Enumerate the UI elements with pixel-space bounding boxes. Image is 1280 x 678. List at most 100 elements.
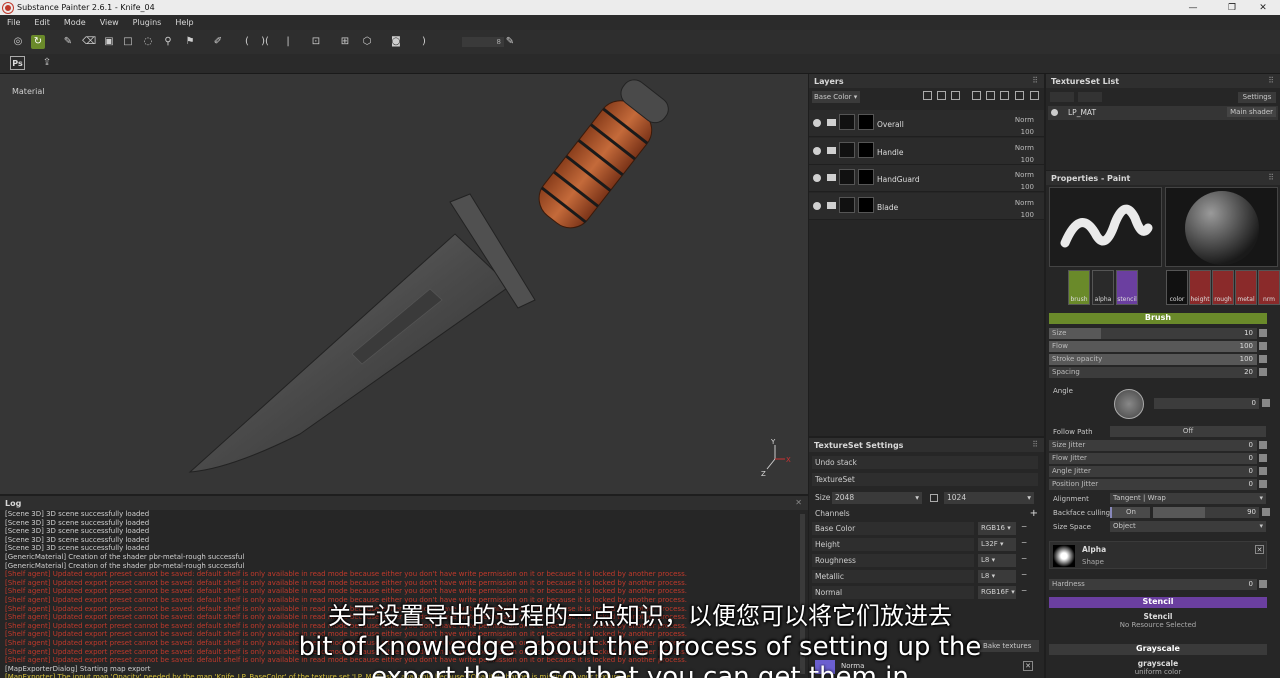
screenshot-icon[interactable]: ◙ — [389, 35, 403, 49]
textureset-row[interactable]: TextureSet — [812, 473, 1038, 487]
size-dropdown[interactable]: 2048 ▾ — [832, 492, 922, 504]
channel-format-dropdown[interactable]: L8 ▾ — [978, 554, 1016, 567]
size-space-dropdown[interactable]: Object ▾ — [1110, 521, 1266, 532]
layer-blend[interactable]: Norm 100 — [1015, 169, 1034, 193]
rotate-light-icon[interactable]: ↻ — [31, 35, 45, 49]
pen-icon[interactable] — [1259, 480, 1267, 488]
menu-mode[interactable]: Mode — [57, 18, 93, 27]
close-icon[interactable]: ⠿ — [1032, 76, 1038, 85]
pen-icon[interactable] — [1262, 508, 1270, 516]
eye-icon[interactable] — [813, 146, 821, 155]
photoshop-icon[interactable]: Ps — [10, 56, 25, 70]
remove-channel-icon[interactable]: − — [1021, 522, 1027, 531]
remove-channel-icon[interactable]: − — [1021, 538, 1027, 547]
brush-slider[interactable]: Flow 100 — [1049, 341, 1267, 352]
menu-file[interactable]: File — [0, 18, 27, 27]
add-folder-icon[interactable] — [1000, 91, 1009, 100]
export-icon[interactable]: ⇪ — [40, 56, 54, 70]
eye-icon[interactable] — [1051, 109, 1058, 116]
undo-stack-row[interactable]: Undo stack — [812, 456, 1038, 470]
tsl-button-2[interactable] — [1078, 92, 1102, 102]
add-fill-layer-icon[interactable] — [937, 91, 946, 100]
tsl-button-1[interactable] — [1050, 92, 1074, 102]
trash-icon[interactable] — [1030, 91, 1039, 100]
channel-format-dropdown[interactable]: L8 ▾ — [978, 570, 1016, 583]
remove-channel-icon[interactable]: − — [1021, 570, 1027, 579]
shader-dropdown[interactable]: Main shader — [1227, 107, 1276, 117]
pen-icon[interactable] — [1259, 368, 1267, 376]
settings-button[interactable]: Settings — [1238, 92, 1276, 103]
slot-nrm[interactable]: nrm — [1258, 270, 1280, 305]
lock-icon[interactable] — [930, 494, 938, 502]
alpha-row[interactable]: Alpha Shape ✕ — [1049, 541, 1267, 569]
polygon-fill-icon[interactable]: □ — [121, 35, 135, 49]
slot-rough[interactable]: rough — [1212, 270, 1234, 305]
minimize-icon[interactable]: — — [1176, 0, 1210, 15]
pen-icon[interactable] — [1259, 342, 1267, 350]
paint-brush-icon[interactable]: ✎ — [61, 35, 75, 49]
eye-icon[interactable] — [813, 201, 821, 210]
display-2d-icon[interactable]: ⊡ — [309, 35, 323, 49]
cube-view-icon[interactable]: ⬡ — [360, 35, 374, 49]
eye-icon[interactable] — [813, 174, 821, 182]
channel-dropdown[interactable]: Base Color ▾ — [812, 91, 860, 103]
add-layer-icon[interactable] — [923, 91, 932, 100]
smudge-icon[interactable]: ◌ — [141, 35, 155, 49]
stamp-icon[interactable]: ⚑ — [183, 35, 197, 49]
color-picker-icon[interactable]: ✐ — [211, 35, 225, 49]
pen-icon[interactable] — [1259, 441, 1267, 449]
menu-edit[interactable]: Edit — [27, 18, 57, 27]
layer-row[interactable]: HandGuard Norm 100 — [809, 165, 1044, 192]
layer-blend[interactable]: Norm 100 — [1015, 114, 1034, 138]
eye-icon[interactable] — [813, 119, 821, 127]
close-icon[interactable]: ✕ — [795, 498, 802, 507]
folder-icon[interactable] — [1015, 91, 1024, 100]
toolbar-value-field[interactable]: 8 — [462, 37, 504, 47]
jitter-slider[interactable]: Angle Jitter 0 — [1049, 466, 1267, 477]
menu-help[interactable]: Help — [168, 18, 200, 27]
layer-row[interactable]: Overall Norm 100 — [809, 110, 1044, 137]
pen-icon[interactable] — [1259, 329, 1267, 337]
brush-slider[interactable]: Spacing 20 — [1049, 367, 1267, 378]
brush-slider[interactable]: Size 10 — [1049, 328, 1267, 339]
layer-row[interactable]: Blade Norm 100 — [809, 192, 1044, 221]
projection-icon[interactable]: ▣ — [102, 35, 116, 49]
close-icon[interactable]: ⠿ — [1268, 76, 1274, 85]
layer-blend[interactable]: Norm 100 — [1015, 142, 1034, 166]
jitter-slider[interactable]: Position Jitter 0 — [1049, 479, 1267, 490]
jitter-slider[interactable]: Flow Jitter 0 — [1049, 453, 1267, 464]
symmetry-icon[interactable]: ( — [240, 35, 254, 49]
backface-slider[interactable]: 90 — [1153, 507, 1259, 518]
hardness-slider[interactable]: Hardness 0 — [1049, 579, 1267, 590]
angle-slider[interactable]: 0 — [1154, 398, 1259, 409]
add-channel-icon[interactable]: + — [1030, 508, 1038, 519]
add-filter-icon[interactable] — [986, 91, 995, 100]
pen-icon[interactable] — [1259, 355, 1267, 363]
follow-path-toggle[interactable]: Off — [1110, 426, 1266, 437]
remove-channel-icon[interactable]: − — [1021, 586, 1027, 595]
pen-icon[interactable] — [1262, 399, 1270, 407]
camera-icon[interactable]: ◎ — [11, 35, 25, 49]
layer-row[interactable]: Handle Norm 100 — [809, 137, 1044, 166]
slot-alpha[interactable]: alpha — [1092, 270, 1114, 305]
render-icon[interactable]: ) — [417, 35, 431, 49]
slot-stencil[interactable]: stencil — [1116, 270, 1138, 305]
backface-toggle[interactable]: On — [1110, 507, 1150, 518]
slot-metal[interactable]: metal — [1235, 270, 1257, 305]
display-3d-icon[interactable]: ⊞ — [338, 35, 352, 49]
close-icon[interactable]: ⠿ — [1268, 173, 1274, 182]
slot-height[interactable]: height — [1189, 270, 1211, 305]
layer-blend[interactable]: Norm 100 — [1015, 197, 1034, 221]
jitter-slider[interactable]: Size Jitter 0 — [1049, 440, 1267, 451]
alignment-dropdown[interactable]: Tangent | Wrap ▾ — [1110, 493, 1266, 504]
pen-icon[interactable]: ✎ — [503, 35, 517, 49]
menu-plugins[interactable]: Plugins — [126, 18, 169, 27]
menu-view[interactable]: View — [93, 18, 126, 27]
add-mask-icon[interactable] — [951, 91, 960, 100]
brush-slider[interactable]: Stroke opacity 100 — [1049, 354, 1267, 365]
slot-brush[interactable]: brush — [1068, 270, 1090, 305]
channel-format-dropdown[interactable]: L32F ▾ — [978, 538, 1016, 551]
channel-format-dropdown[interactable]: RGB16 ▾ — [978, 522, 1016, 535]
brush-preview[interactable] — [1049, 187, 1162, 267]
add-effect-icon[interactable] — [972, 91, 981, 100]
